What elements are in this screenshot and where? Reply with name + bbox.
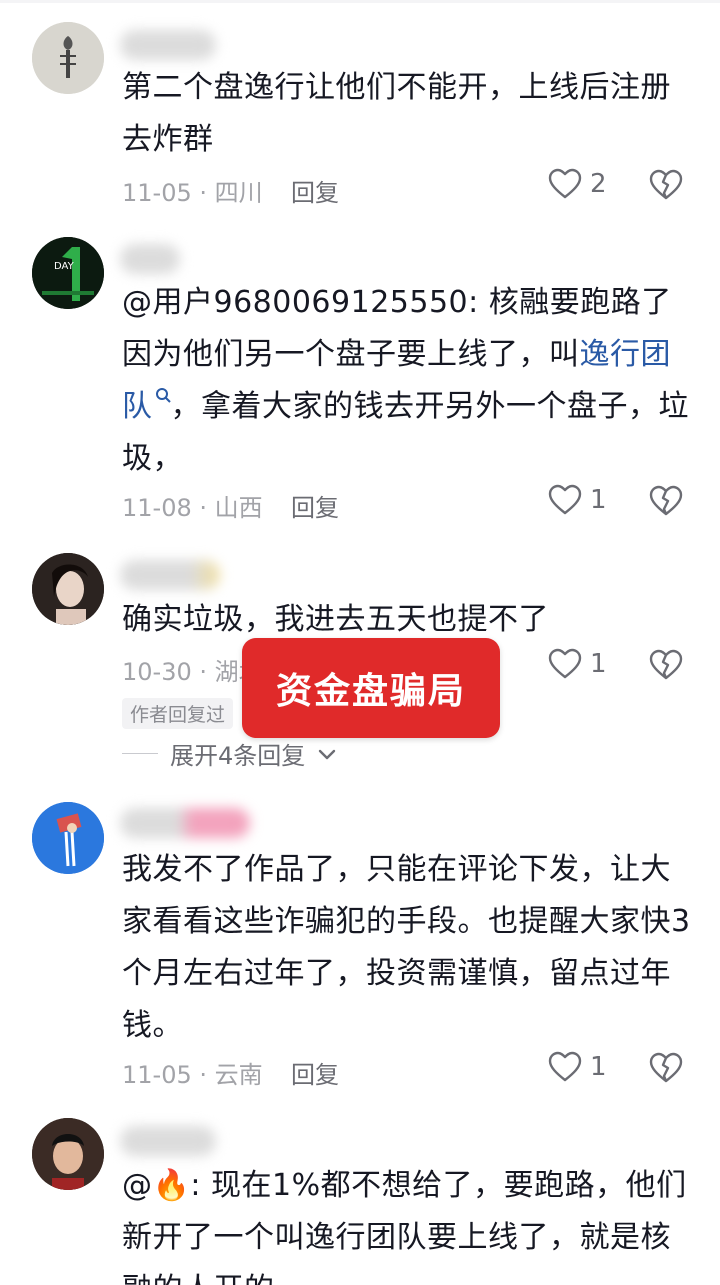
reply-button[interactable]: 回复 <box>291 1055 339 1090</box>
expand-replies-label: 展开4条回复 <box>170 742 306 770</box>
heart-icon <box>548 484 582 515</box>
comment-text: @用户9680069125550: 核融要跑路了 因为他们另一个盘子要上线了，叫… <box>122 277 692 485</box>
scam-warning-banner: 资金盘骗局 <box>242 638 500 738</box>
heart-icon <box>548 168 582 199</box>
like-button[interactable]: 1 <box>548 1051 607 1083</box>
broken-heart-icon[interactable] <box>648 169 684 205</box>
like-button[interactable]: 2 <box>548 168 607 200</box>
like-button[interactable]: 1 <box>548 484 607 516</box>
broken-heart-icon[interactable] <box>648 649 684 685</box>
username[interactable] <box>120 244 180 274</box>
avatar[interactable] <box>32 1118 104 1190</box>
avatar[interactable] <box>32 22 104 94</box>
reply-button[interactable]: 回复 <box>291 488 339 523</box>
username[interactable] <box>120 560 220 590</box>
expand-replies-button[interactable]: 展开4条回复 <box>122 736 337 771</box>
avatar[interactable] <box>32 802 104 874</box>
like-count: 1 <box>590 485 607 515</box>
comment-text: 我发不了作品了，只能在评论下发，让大家看看这些诈骗犯的手段。也提醒大家快3个月左… <box>122 852 691 1043</box>
expand-divider <box>122 753 158 754</box>
avatar[interactable] <box>32 553 104 625</box>
heart-icon <box>548 648 582 679</box>
broken-heart-icon[interactable] <box>648 485 684 521</box>
author-replied-badge: 作者回复过 <box>122 698 234 729</box>
search-icon <box>155 388 171 403</box>
like-count: 1 <box>590 1052 607 1082</box>
avatar[interactable]: DAY <box>32 237 104 309</box>
avatar-label: DAY <box>54 261 74 272</box>
comment-date-location: 11-05 · 云南 <box>122 1061 263 1089</box>
like-count: 2 <box>590 169 607 199</box>
comment-text: @🔥: 现在1%都不想给了，要跑路，他们新开了一个叫逸行团队要上线了，就是核融的… <box>122 1168 687 1285</box>
comment-date-location: 11-08 · 山西 <box>122 494 263 522</box>
broken-heart-icon[interactable] <box>648 1052 684 1088</box>
username[interactable] <box>120 1126 216 1156</box>
comment-text: 第二个盘逸行让他们不能开，上线后注册去炸群 <box>122 70 671 157</box>
username[interactable] <box>120 30 216 60</box>
chevron-down-icon <box>319 749 336 759</box>
comment-date-location: 11-05 · 四川 <box>122 179 263 207</box>
heart-icon <box>548 1051 582 1082</box>
reply-button[interactable]: 回复 <box>291 173 339 208</box>
like-count: 1 <box>590 649 607 679</box>
like-button[interactable]: 1 <box>548 648 607 680</box>
top-divider <box>0 0 720 3</box>
comment-text-suffix: ，拿着大家的钱去开另外一个盘子，垃圾， <box>122 389 689 476</box>
username[interactable] <box>120 808 250 838</box>
